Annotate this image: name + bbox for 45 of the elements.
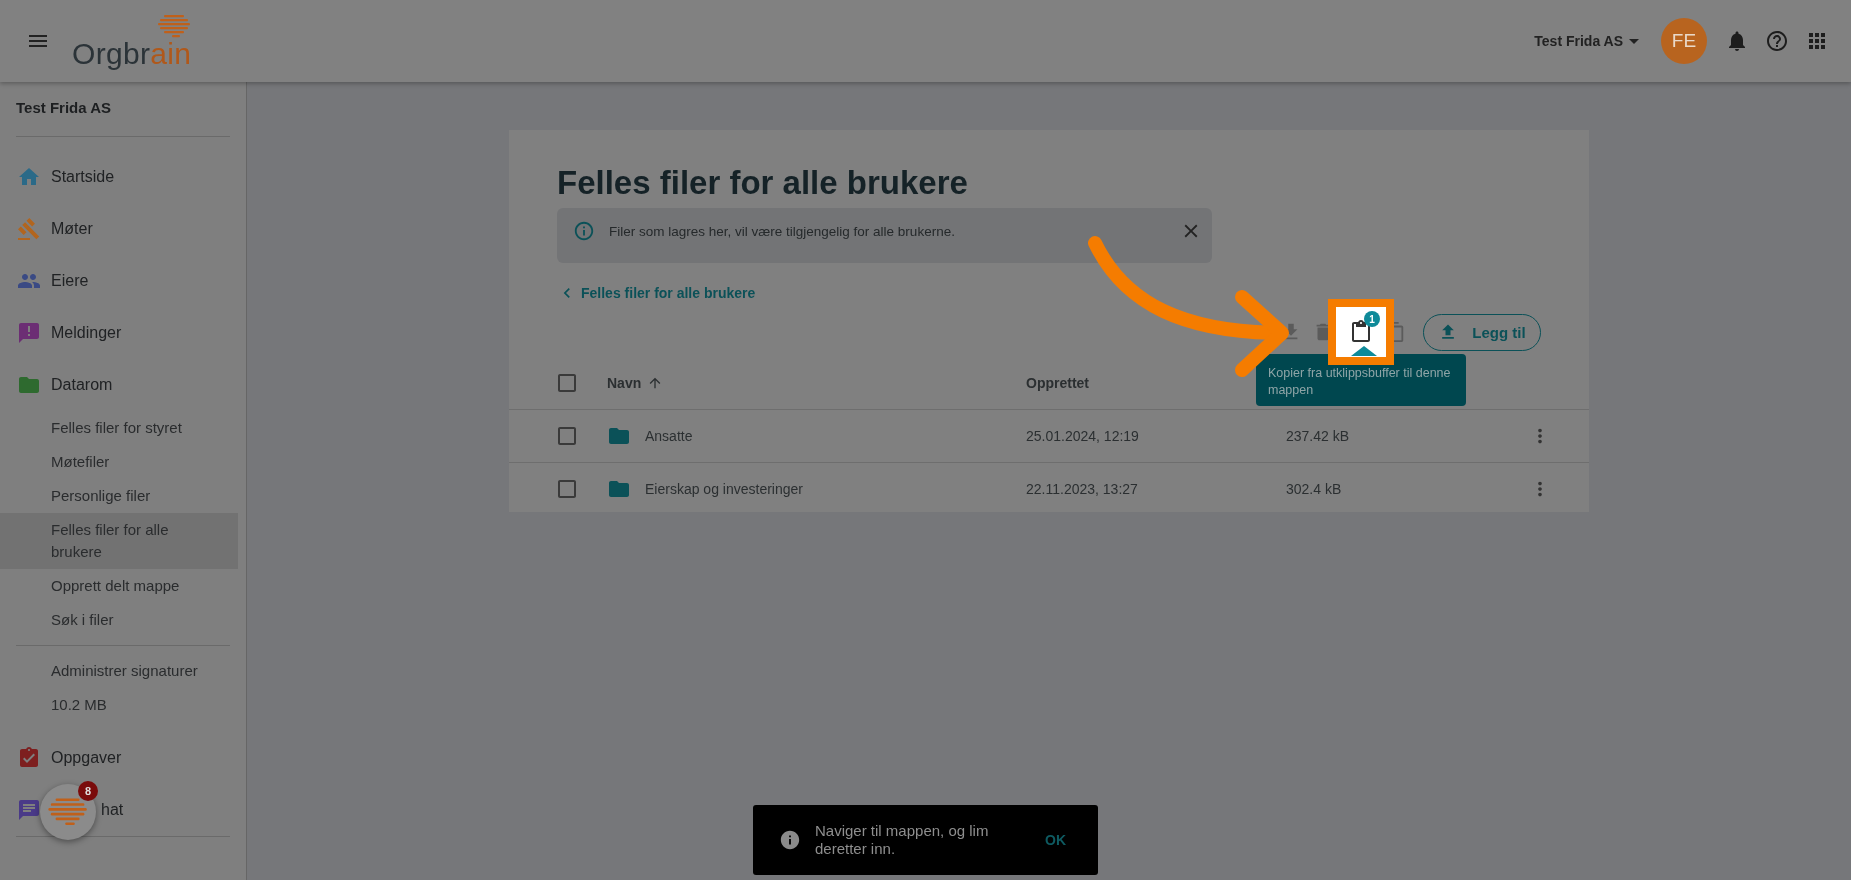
- nav-item[interactable]: Startside: [51, 168, 115, 186]
- info-icon: [779, 829, 801, 851]
- folder-link[interactable]: Opprett delt mappe: [0, 569, 238, 603]
- nav-item[interactable]: Datarom: [51, 376, 113, 394]
- logo-text: Orgbrain: [72, 39, 192, 69]
- nav-item[interactable]: Eiere: [51, 272, 89, 290]
- organization-name: Test Frida AS: [15, 98, 113, 118]
- caret-icon: [1629, 38, 1639, 44]
- task-icon: [17, 746, 41, 770]
- gavel-icon: [17, 217, 41, 241]
- page-title: Felles filer for alle brukere: [557, 163, 969, 203]
- created-date: 22.11.2023, 13:27: [1026, 481, 1139, 497]
- message-alert-icon: [17, 321, 41, 345]
- created-date: 25.01.2024, 12:19: [1026, 428, 1140, 444]
- folder-link[interactable]: Søk i filer: [0, 603, 238, 637]
- file-size: 302.4 kB: [1286, 481, 1343, 497]
- nav-item[interactable]: hat: [101, 801, 124, 819]
- folder-link[interactable]: Møtefiler: [0, 445, 238, 479]
- user-avatar[interactable]: FE: [1661, 18, 1707, 64]
- nav-item[interactable]: Oppgaver: [51, 749, 122, 767]
- file-size: 237.42 kB: [1286, 428, 1351, 444]
- folder-link[interactable]: Felles filer for alle brukere: [0, 513, 238, 569]
- info-icon: [573, 220, 595, 242]
- row-checkbox[interactable]: [555, 477, 579, 501]
- help-icon[interactable]: [1765, 29, 1789, 53]
- snackbar-message: Naviger til mappen, og lim deretter inn.: [815, 822, 990, 858]
- organization-selector[interactable]: Test Frida AS: [1534, 33, 1639, 49]
- file-name[interactable]: Ansatte: [645, 428, 693, 444]
- brain-logo-icon: [156, 13, 192, 39]
- chat-icon: [17, 798, 41, 822]
- tooltip: Kopier fra utklippsbuffer til denne mappen: [1256, 354, 1466, 406]
- nav-item[interactable]: Møter: [51, 220, 93, 238]
- ok-button[interactable]: OK: [1039, 831, 1072, 849]
- column-header[interactable]: Navn: [607, 375, 1026, 391]
- count-badge: 1: [1364, 311, 1380, 327]
- row-checkbox[interactable]: [555, 424, 579, 448]
- sidebar-link[interactable]: Administrer signaturer: [0, 654, 238, 688]
- info-text: Filer som lagres her, vil være tilgjengelig for alle brukerne.: [609, 224, 956, 239]
- file-name[interactable]: Eierskap og investeringer: [645, 481, 803, 497]
- breadcrumb-link[interactable]: Felles filer for alle brukere: [557, 283, 756, 303]
- brain-logo-icon: [46, 796, 90, 828]
- nav-item[interactable]: Meldinger: [51, 324, 122, 342]
- select-all-checkbox[interactable]: [555, 371, 579, 395]
- folder-link[interactable]: Personlige filer: [0, 479, 238, 513]
- folder-link[interactable]: Felles filer for styret: [0, 411, 238, 445]
